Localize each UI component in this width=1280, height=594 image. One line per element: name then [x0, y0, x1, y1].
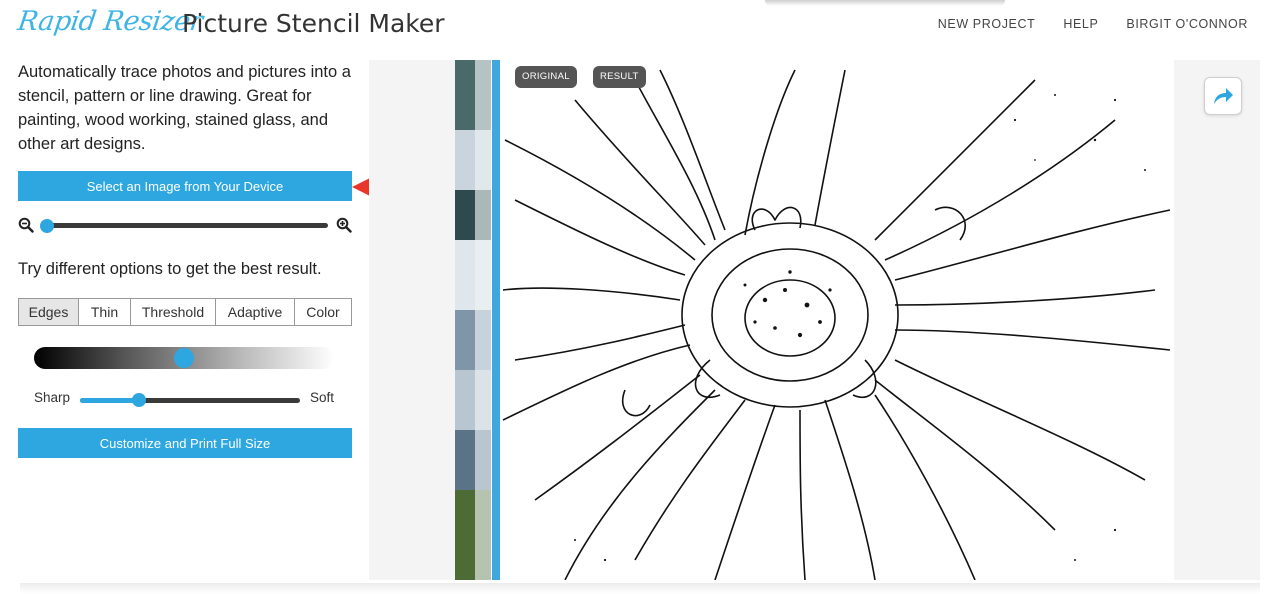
- tab-color[interactable]: Color: [295, 299, 351, 325]
- darkness-slider[interactable]: [34, 347, 334, 369]
- logo[interactable]: Rapid Resizer: [16, 6, 205, 37]
- intro-text: Automatically trace photos and pictures …: [18, 63, 351, 153]
- zoom-slider-thumb[interactable]: [40, 219, 54, 233]
- result-label[interactable]: RESULT: [593, 66, 646, 88]
- page: Rapid Resizer Picture Stencil Maker NEW …: [0, 0, 1280, 594]
- share-button[interactable]: [1204, 77, 1242, 115]
- sharpness-slider-fill: [80, 398, 140, 403]
- zoom-slider-row: [18, 216, 352, 236]
- soft-label: Soft: [310, 390, 335, 405]
- top-shadow: [765, 0, 1005, 6]
- tab-adaptive[interactable]: Adaptive: [216, 299, 295, 325]
- sharpness-slider-thumb[interactable]: [132, 393, 147, 407]
- customize-print-button[interactable]: Customize and Print Full Size: [18, 428, 352, 458]
- mode-tabs: Edges Thin Threshold Adaptive Color: [18, 298, 352, 326]
- top-nav: NEW PROJECT HELP BIRGIT O'CONNOR: [938, 17, 1248, 31]
- zoom-in-icon[interactable]: [336, 217, 352, 233]
- bottom-shadow: [20, 583, 1260, 594]
- stencil-result-image[interactable]: ORIGINAL RESULT: [455, 60, 1174, 580]
- tab-threshold[interactable]: Threshold: [131, 299, 216, 325]
- left-panel: Automatically trace photos and pictures …: [18, 60, 352, 458]
- sharpness-slider[interactable]: [80, 393, 300, 407]
- stencil-drawing: [502, 69, 1171, 580]
- select-image-button[interactable]: Select an Image from Your Device: [18, 171, 352, 201]
- options-hint: Try different options to get the best re…: [18, 260, 322, 278]
- nav-help[interactable]: HELP: [1063, 17, 1098, 31]
- zoom-slider[interactable]: [40, 219, 328, 233]
- sharp-label: Sharp: [34, 390, 71, 405]
- darkness-slider-thumb[interactable]: [174, 348, 194, 368]
- image-canvas[interactable]: ORIGINAL RESULT: [369, 60, 1260, 580]
- nav-user[interactable]: BIRGIT O'CONNOR: [1126, 17, 1248, 31]
- nav-new-project[interactable]: NEW PROJECT: [938, 17, 1036, 31]
- page-title: Picture Stencil Maker: [182, 9, 445, 38]
- zoom-out-icon[interactable]: [18, 217, 34, 233]
- tab-edges[interactable]: Edges: [19, 299, 79, 325]
- original-label[interactable]: ORIGINAL: [515, 66, 577, 88]
- tab-thin[interactable]: Thin: [79, 299, 131, 325]
